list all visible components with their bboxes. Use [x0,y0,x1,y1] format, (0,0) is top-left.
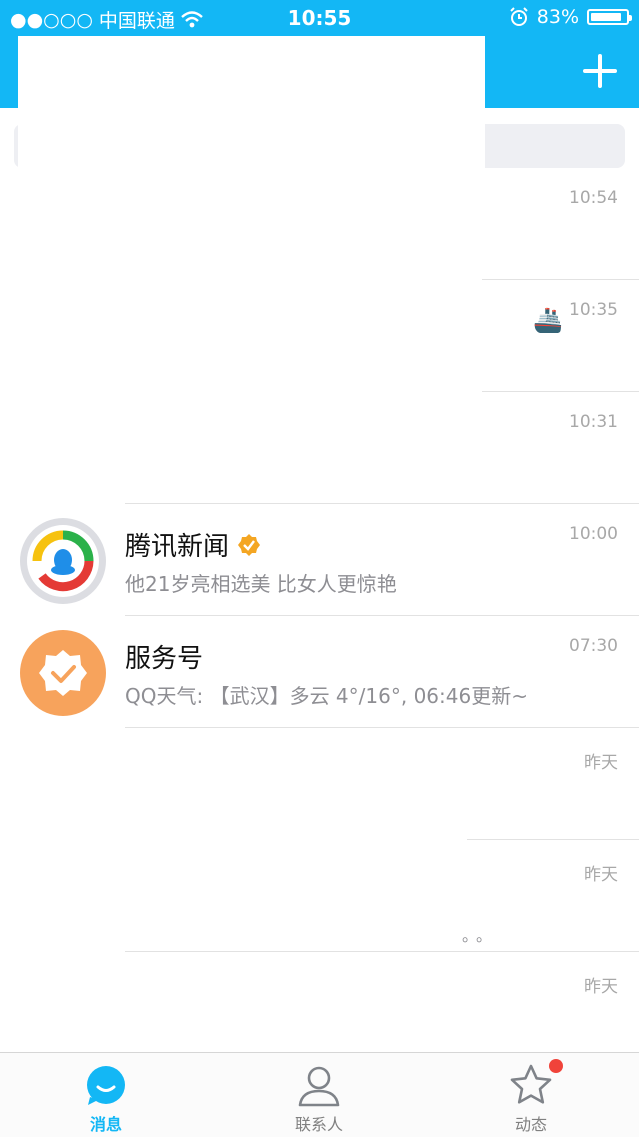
row-message: 他21岁亮相选美 比女人更惊艳 [125,572,397,596]
tab-messages[interactable]: 消息 [26,1053,186,1137]
row-title: 服务号 [125,638,203,675]
conversation-row[interactable]: 10:31 [0,392,639,504]
row-time: 10:54 [569,188,618,208]
row-message: QQ天气: 【武汉】多云 4°/16°, 06:46更新~ [125,684,528,708]
tencent-news-title: 腾讯新闻 [125,532,230,562]
row-time: 07:30 [569,636,618,656]
conversation-row[interactable]: 10:54 [0,168,639,280]
row-time: 昨天 [584,753,618,773]
row-title: 腾讯新闻 [125,526,261,563]
row-time: 10:00 [569,524,618,544]
tencent-news-avatar [20,518,106,604]
tab-bar: 消息 联系人 动态 [0,1052,639,1137]
conversation-row-tencent-news[interactable]: 腾讯新闻 他21岁亮相选美 比女人更惊艳 10:00 [0,504,639,616]
service-title: 服务号 [125,644,204,674]
row-time: 昨天 [584,977,618,997]
row-time: 昨天 [584,865,618,885]
redacted-region [18,36,485,168]
battery-icon [587,9,632,25]
conversation-row[interactable]: 昨天 。。 [0,840,639,952]
conversation-row[interactable]: 🚢 10:35 [0,280,639,392]
conversation-row[interactable]: 昨天 [0,952,639,1064]
service-account-avatar [20,630,106,716]
status-bar: ●●○○○ 中国联通 10:55 83% [0,0,639,36]
battery-percent: 83% [536,6,579,28]
conversation-row[interactable]: 昨天 [0,728,639,840]
tab-label: 消息 [89,1115,122,1134]
notification-dot [549,1059,563,1073]
row-message: 。。 [462,926,499,945]
status-right: 83% [509,6,632,28]
star-icon [510,1064,552,1104]
tab-label: 联系人 [294,1115,343,1134]
row-time: 10:31 [569,412,618,432]
ship-icon: 🚢 [533,306,563,334]
tab-feeds[interactable]: 动态 [451,1053,611,1137]
message-bubble-icon [87,1066,125,1105]
tab-label: 动态 [514,1115,547,1134]
add-plus-button[interactable] [583,54,617,88]
alarm-icon [510,7,528,26]
tab-contacts[interactable]: 联系人 [239,1053,399,1137]
row-time: 10:35 [569,300,618,320]
service-badge-icon [39,650,87,696]
contacts-person-icon [298,1066,340,1107]
tencent-news-logo-icon [27,525,99,597]
conversation-row-service[interactable]: 服务号 QQ天气: 【武汉】多云 4°/16°, 06:46更新~ 07:30 [0,616,639,728]
verified-badge-icon [238,533,261,556]
